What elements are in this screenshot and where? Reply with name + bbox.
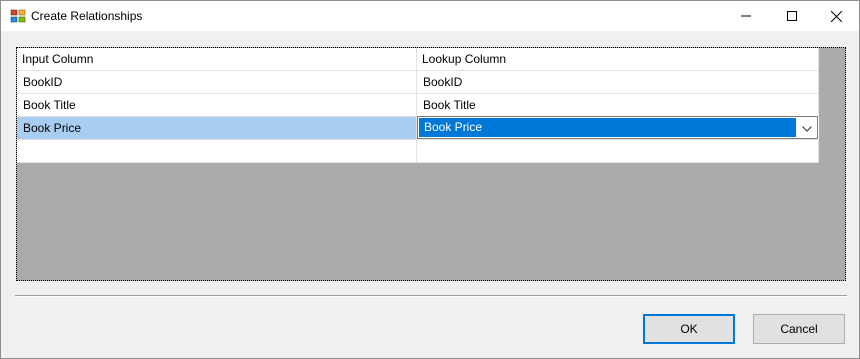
minimize-button[interactable] xyxy=(723,1,768,31)
ok-button[interactable]: OK xyxy=(643,314,735,344)
create-relationships-dialog: Create Relationships Input Column Lookup… xyxy=(0,0,860,359)
app-window-icon xyxy=(10,8,26,24)
input-column-cell[interactable]: BookID xyxy=(17,71,417,93)
table-row[interactable]: BookID BookID xyxy=(17,71,819,94)
grid-header-row: Input Column Lookup Column xyxy=(17,48,819,71)
column-header-lookup[interactable]: Lookup Column xyxy=(417,48,819,70)
input-column-cell[interactable] xyxy=(17,140,417,162)
relationships-grid[interactable]: Input Column Lookup Column BookID BookID… xyxy=(16,47,846,281)
chevron-down-icon xyxy=(801,121,812,135)
table-row[interactable]: Book Title Book Title xyxy=(17,94,819,117)
table-row-new[interactable] xyxy=(17,140,819,163)
grid-body: Input Column Lookup Column BookID BookID… xyxy=(17,48,819,163)
close-icon xyxy=(831,10,842,22)
input-column-cell[interactable]: Book Title xyxy=(17,94,417,116)
dropdown-selected-value[interactable]: Book Price xyxy=(419,118,796,137)
dropdown-toggle[interactable] xyxy=(797,118,816,137)
cancel-button[interactable]: Cancel xyxy=(753,314,845,344)
lookup-column-cell[interactable]: Book Title xyxy=(417,94,819,116)
lookup-column-cell[interactable]: BookID xyxy=(417,71,819,93)
lookup-column-dropdown[interactable]: Book Price xyxy=(417,116,818,139)
input-column-cell[interactable]: Book Price xyxy=(17,117,417,139)
maximize-icon xyxy=(786,11,797,21)
window-title: Create Relationships xyxy=(31,9,143,23)
column-header-input[interactable]: Input Column xyxy=(17,48,417,70)
lookup-column-cell[interactable] xyxy=(417,140,819,162)
separator xyxy=(15,295,847,297)
close-button[interactable] xyxy=(814,1,859,31)
table-row-selected[interactable]: Book Price Book Price xyxy=(17,116,819,140)
minimize-icon xyxy=(740,11,751,21)
title-bar[interactable]: Create Relationships xyxy=(1,1,859,31)
maximize-button[interactable] xyxy=(769,1,814,31)
